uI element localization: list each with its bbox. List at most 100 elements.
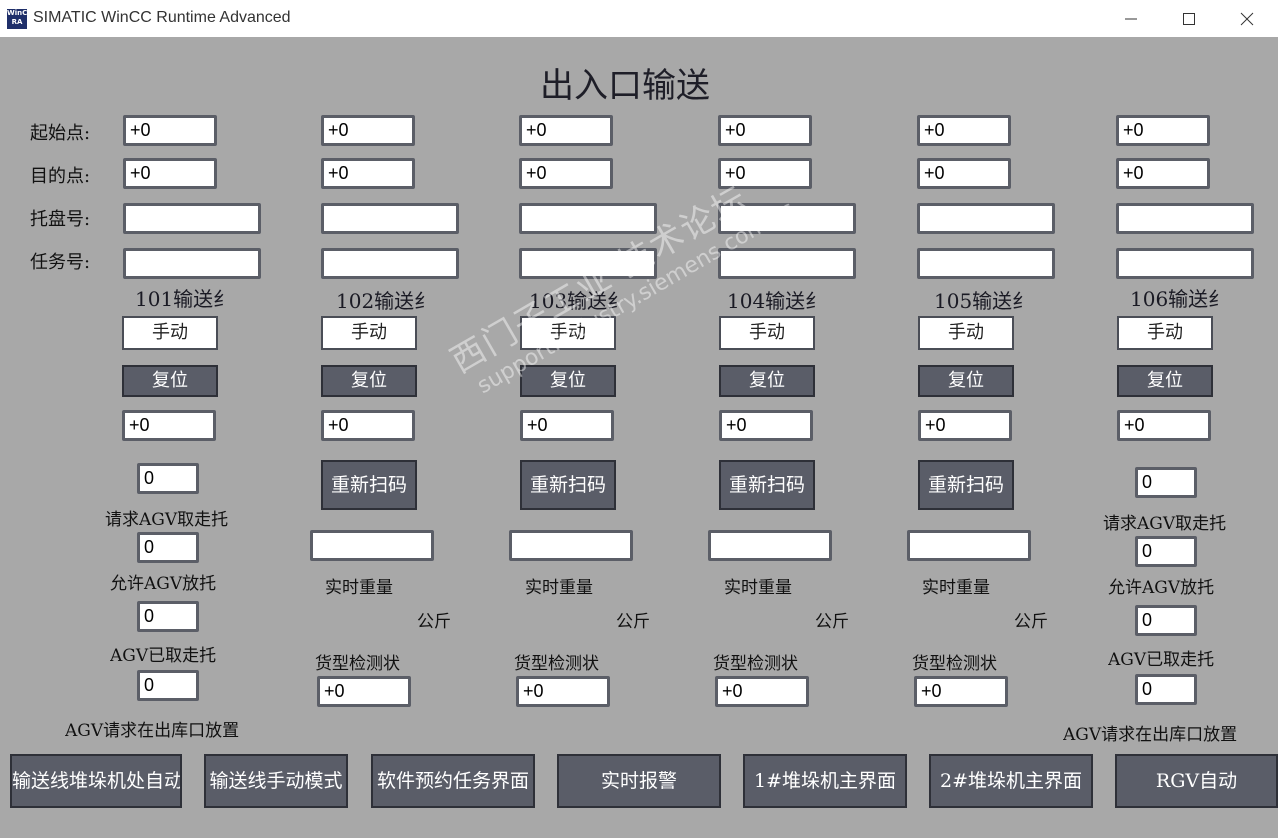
nav-task-reservation-button[interactable]: 软件预约任务界面 [371,754,535,808]
manual-button[interactable]: 手动 [719,316,815,350]
reset-button[interactable]: 复位 [719,365,815,397]
pallet-number-field[interactable] [321,203,459,234]
manual-button[interactable]: 手动 [520,316,616,350]
start-point-field[interactable]: +0 [519,115,613,146]
manual-button[interactable]: 手动 [122,316,218,350]
manual-button[interactable]: 手动 [1117,316,1213,350]
type-detect-label: 货型检测状 [713,654,798,674]
screen-title: 出入口输送 [540,66,710,106]
reset-button[interactable]: 复位 [122,365,218,397]
agv-allow-drop-field[interactable]: 0 [1135,536,1197,567]
agv-request-place-label: AGV请求在出库口放置 [1063,725,1238,745]
weight-field[interactable] [907,530,1031,561]
pallet-number-field[interactable] [718,203,856,234]
weight-label: 实时重量 [922,578,990,598]
reset-button[interactable]: 复位 [1117,365,1213,397]
conveyor-value-field[interactable]: +0 [1117,410,1211,441]
wincc-app-icon: WinCC RA [7,9,32,29]
task-number-field[interactable] [519,248,657,279]
pallet-number-field[interactable] [519,203,657,234]
weight-field[interactable] [708,530,832,561]
start-point-field[interactable]: +0 [321,115,415,146]
nav-manual-mode-button[interactable]: 输送线手动模式 [204,754,348,808]
conveyor-label: 105输送纟 [934,289,1033,313]
agv-allow-drop-label: 允许AGV放托 [1108,578,1215,598]
agv-request-pickup-label: 请求AGV取走托 [1103,514,1227,534]
agv-allow-drop-field[interactable]: 0 [137,532,199,563]
maximize-button[interactable] [1166,0,1212,37]
agv-picked-label: AGV已取走托 [110,646,217,666]
start-point-field[interactable]: +0 [123,115,217,146]
pallet-number-field[interactable] [1116,203,1254,234]
target-point-field[interactable]: +0 [123,158,217,189]
conveyor-label: 102输送纟 [336,289,435,313]
maximize-icon [1183,13,1195,25]
target-point-field[interactable]: +0 [718,158,812,189]
type-detect-label: 货型检测状 [912,654,997,674]
agv-allow-drop-label: 允许AGV放托 [110,574,217,594]
conveyor-value-field[interactable]: +0 [918,410,1012,441]
nav-rgv-auto-button[interactable]: RGV自动 [1115,754,1278,808]
task-number-field[interactable] [917,248,1055,279]
type-detect-field[interactable]: +0 [317,676,411,707]
weight-field[interactable] [310,530,434,561]
task-number-field[interactable] [123,248,261,279]
conveyor-value-field[interactable]: +0 [321,410,415,441]
conveyor-label: 103输送纟 [529,289,628,313]
agv-request-pickup-field[interactable]: 0 [137,463,199,494]
target-point-field[interactable]: +0 [519,158,613,189]
agv-picked-field[interactable]: 0 [1135,605,1197,636]
start-point-field[interactable]: +0 [718,115,812,146]
weight-unit: 公斤 [417,612,451,632]
start-point-field[interactable]: +0 [1116,115,1210,146]
agv-request-place-field[interactable]: 0 [1135,674,1197,705]
reset-button[interactable]: 复位 [321,365,417,397]
type-detect-label: 货型检测状 [315,654,400,674]
conveyor-value-field[interactable]: +0 [520,410,614,441]
type-detect-field[interactable]: +0 [914,676,1008,707]
rescan-button[interactable]: 重新扫码 [520,460,616,510]
rescan-button[interactable]: 重新扫码 [321,460,417,510]
type-detect-field[interactable]: +0 [715,676,809,707]
nav-auto-conveyor-button[interactable]: 输送线堆垛机处自动 [10,754,182,808]
reset-button[interactable]: 复位 [918,365,1014,397]
minimize-button[interactable] [1108,0,1154,37]
pallet-number-field[interactable] [123,203,261,234]
nav-stacker1-button[interactable]: 1#堆垛机主界面 [743,754,907,808]
row-label-task: 任务号: [30,252,91,273]
start-point-field[interactable]: +0 [917,115,1011,146]
rescan-button[interactable]: 重新扫码 [719,460,815,510]
type-detect-label: 货型检测状 [514,654,599,674]
task-number-field[interactable] [1116,248,1254,279]
nav-stacker2-button[interactable]: 2#堆垛机主界面 [929,754,1093,808]
conveyor-value-field[interactable]: +0 [122,410,216,441]
type-detect-field[interactable]: +0 [516,676,610,707]
conveyor-value-field[interactable]: +0 [719,410,813,441]
weight-label: 实时重量 [724,578,792,598]
manual-button[interactable]: 手动 [918,316,1014,350]
conveyor-label: 106输送纟 [1130,287,1229,311]
agv-request-place-field[interactable]: 0 [137,670,199,701]
weight-field[interactable] [509,530,633,561]
reset-button[interactable]: 复位 [520,365,616,397]
conveyor-label: 104输送纟 [727,289,826,313]
agv-request-pickup-label: 请求AGV取走托 [105,510,229,530]
target-point-field[interactable]: +0 [321,158,415,189]
task-number-field[interactable] [321,248,459,279]
minimize-icon [1125,18,1137,20]
agv-request-pickup-field[interactable]: 0 [1135,467,1197,498]
agv-picked-field[interactable]: 0 [137,601,199,632]
nav-alarm-button[interactable]: 实时报警 [557,754,721,808]
row-label-pallet: 托盘号: [30,209,91,230]
close-button[interactable] [1224,0,1270,37]
target-point-field[interactable]: +0 [917,158,1011,189]
target-point-field[interactable]: +0 [1116,158,1210,189]
task-number-field[interactable] [718,248,856,279]
weight-label: 实时重量 [525,578,593,598]
manual-button[interactable]: 手动 [321,316,417,350]
weight-unit: 公斤 [815,612,849,632]
agv-request-place-label: AGV请求在出库口放置 [65,721,240,741]
row-label-start: 起始点: [30,123,91,144]
pallet-number-field[interactable] [917,203,1055,234]
rescan-button[interactable]: 重新扫码 [918,460,1014,510]
